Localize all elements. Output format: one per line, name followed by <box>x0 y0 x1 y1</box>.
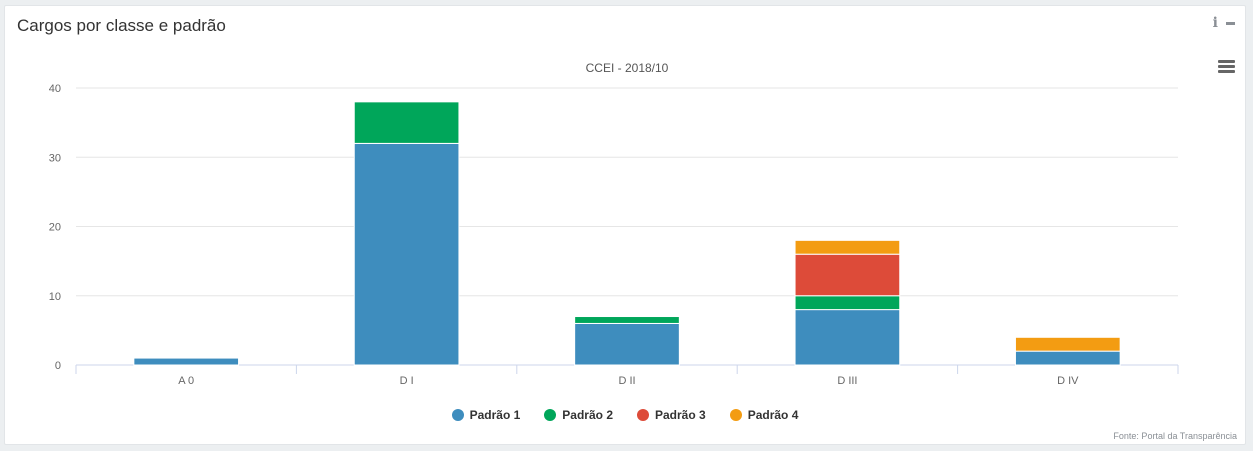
legend-label: Padrão 1 <box>469 408 521 422</box>
y-tick-label: 40 <box>49 83 61 95</box>
y-tick-label: 10 <box>49 291 61 303</box>
stacked-bar-chart: CCEI - 2018/10 0 10 20 30 40 A 0 D I D II D III D … <box>49 61 1179 387</box>
x-tick-label: D II <box>618 375 635 387</box>
legend-item[interactable]: Padrão 1 <box>451 408 521 422</box>
source-note: Fonte: Portal da Transparência <box>1113 431 1237 441</box>
x-tick-label: D III <box>837 375 857 387</box>
legend-item[interactable]: Padrão 4 <box>729 408 799 422</box>
bar-segment <box>353 101 460 144</box>
hamburger-menu-icon[interactable] <box>1218 60 1235 74</box>
bar-segment <box>353 142 460 366</box>
y-tick-label: 20 <box>49 222 61 234</box>
legend-swatch <box>637 409 649 421</box>
legend-swatch <box>729 409 742 421</box>
x-tick-label: A 0 <box>178 375 194 387</box>
bar-segment <box>794 295 901 311</box>
legend-swatch <box>544 409 557 421</box>
x-tick-label: D I <box>400 375 414 387</box>
bar-segment <box>574 322 680 366</box>
y-tick-label: 30 <box>49 152 61 164</box>
legend-label: Padrão 2 <box>562 408 613 422</box>
bar-segment <box>1014 336 1121 352</box>
legend-swatch <box>451 409 464 421</box>
legend-label: Padrão 3 <box>655 408 706 422</box>
legend-item[interactable]: Padrão 3 <box>637 408 706 422</box>
legend-label: Padrão 4 <box>747 408 799 422</box>
bar-segment <box>794 309 901 366</box>
y-tick-label: 0 <box>55 360 61 372</box>
legend-item[interactable]: Padrão 2 <box>544 408 613 422</box>
bar-segment <box>794 253 901 297</box>
x-tick-label: D IV <box>1057 375 1079 387</box>
bar-segment <box>1014 350 1121 366</box>
chart-title: CCEI - 2018/10 <box>586 61 669 75</box>
chart-panel: Cargos por classe e padrão i CCEI - 2018… <box>4 5 1246 445</box>
bar-segment <box>574 316 680 324</box>
bar-segment <box>794 239 901 255</box>
chart-legend: Padrão 1 Padrão 2 Padrão 3 Padrão 4 <box>5 408 1245 422</box>
bar-segment <box>133 357 240 366</box>
